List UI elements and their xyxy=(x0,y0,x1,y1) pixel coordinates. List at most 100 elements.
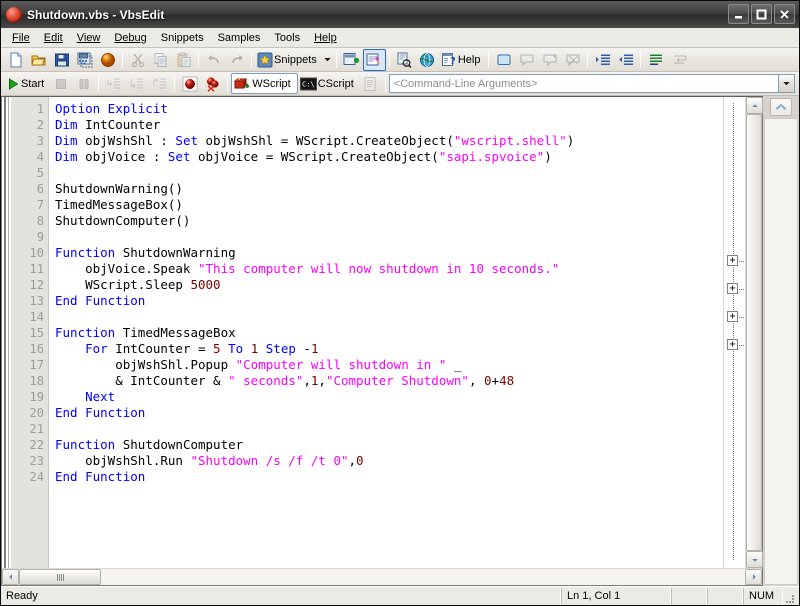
vertical-scroll-thumb[interactable] xyxy=(746,114,762,551)
fold-toggle-4[interactable]: + xyxy=(727,339,738,350)
redo-button[interactable] xyxy=(225,49,248,71)
menu-edit[interactable]: Edit xyxy=(37,29,70,47)
menu-snippets-label: Snippets xyxy=(160,31,204,44)
blue-window-icon xyxy=(497,53,511,65)
open-file-button[interactable] xyxy=(27,49,50,71)
indent-decrease-button[interactable] xyxy=(614,49,637,71)
undo-button[interactable] xyxy=(202,49,225,71)
comment-icon xyxy=(520,53,534,66)
fold-toggle-1[interactable]: + xyxy=(727,255,738,266)
scroll-down-button[interactable] xyxy=(746,551,763,568)
collapse-panel-button[interactable] xyxy=(770,98,792,116)
snippets-button[interactable]: Snippets xyxy=(255,49,322,70)
fold-toggle-3[interactable]: + xyxy=(727,311,738,322)
editor-horizontal-scrollbar[interactable] xyxy=(2,568,762,585)
comment-remove-button[interactable] xyxy=(561,49,584,71)
vertical-scroll-track[interactable] xyxy=(746,114,762,551)
print-preview-icon xyxy=(397,52,412,68)
scroll-up-button[interactable] xyxy=(746,97,763,114)
comment-out-icon xyxy=(543,53,557,66)
orange-sphere-icon xyxy=(100,52,115,67)
toolbar-separator xyxy=(122,51,123,68)
start-label: Start xyxy=(21,77,45,90)
step-out-icon xyxy=(153,77,166,89)
print-preview-button[interactable] xyxy=(393,49,416,71)
help-question-icon: ? xyxy=(441,52,456,67)
menu-file-label: File xyxy=(12,31,30,44)
menu-debug[interactable]: Debug xyxy=(107,29,153,47)
fold-toggle-2[interactable]: + xyxy=(727,283,738,294)
step-out-button[interactable] xyxy=(148,73,171,95)
green-play-icon xyxy=(9,77,19,90)
new-file-button[interactable] xyxy=(4,49,27,71)
resize-grip-icon[interactable] xyxy=(783,589,797,603)
status-num-lock: NUM xyxy=(743,587,783,605)
toggle-breakpoint-button[interactable] xyxy=(178,73,201,95)
menu-tools[interactable]: Tools xyxy=(267,29,307,47)
step-into-button[interactable] xyxy=(102,73,125,95)
clear-breakpoints-button[interactable] xyxy=(201,73,224,95)
copy-button[interactable] xyxy=(149,49,172,71)
scroll-right-button[interactable] xyxy=(745,569,762,585)
web-search-button[interactable] xyxy=(416,49,439,71)
horizontal-scroll-track[interactable] xyxy=(19,569,745,585)
save-all-button[interactable] xyxy=(73,49,96,71)
fold-tick xyxy=(739,345,744,346)
toolbar-separator xyxy=(587,51,589,68)
menu-view[interactable]: View xyxy=(70,29,108,47)
debug-toolbar: Start WScript C:\ CScript <Command-Line … xyxy=(1,72,799,96)
command-line-dropdown-button[interactable] xyxy=(778,74,795,93)
line-number-gutter: 1 2 3 4 5 6 7 8 9 10 11 12 13 14 15 16 1… xyxy=(11,97,49,568)
toolbar-separator xyxy=(384,75,386,92)
command-line-input[interactable]: <Command-Line Arguments> xyxy=(388,74,778,93)
pause-button[interactable] xyxy=(72,73,95,95)
chevron-up-icon xyxy=(751,103,758,107)
script-wizard-button[interactable] xyxy=(362,48,386,71)
menu-help[interactable]: Help xyxy=(307,29,344,47)
code-editor[interactable]: Option Explicit Dim IntCounter Dim objWs… xyxy=(49,97,723,568)
save-all-icon xyxy=(77,52,92,67)
stop-square-icon xyxy=(55,78,66,89)
wrap-lines-button[interactable] xyxy=(667,49,690,71)
maximize-button[interactable] xyxy=(751,4,772,24)
snippets-dropdown-button[interactable] xyxy=(322,50,333,70)
watch-window-button[interactable] xyxy=(492,49,515,71)
horizontal-scroll-thumb[interactable] xyxy=(19,569,101,585)
editor-vertical-scrollbar[interactable] xyxy=(745,97,763,568)
chevron-up-icon xyxy=(775,103,787,110)
scissors-icon xyxy=(131,53,144,67)
indent-increase-button[interactable] xyxy=(591,49,614,71)
toolbar-separator xyxy=(174,75,176,92)
main-area: 1 2 3 4 5 6 7 8 9 10 11 12 13 14 15 16 1… xyxy=(1,96,799,586)
menu-snippets[interactable]: Snippets xyxy=(154,29,211,47)
fold-tick xyxy=(739,261,744,262)
breakpoint-gutter[interactable] xyxy=(2,97,11,568)
comment-add-button[interactable] xyxy=(515,49,538,71)
editor-row: 1 2 3 4 5 6 7 8 9 10 11 12 13 14 15 16 1… xyxy=(2,97,763,568)
menu-file[interactable]: File xyxy=(5,29,37,47)
format-code-button[interactable] xyxy=(644,49,667,71)
add-snippet-button[interactable] xyxy=(340,49,363,71)
output-window-button[interactable] xyxy=(359,73,382,95)
status-bar: Ready Ln 1, Col 1 NUM xyxy=(1,586,799,605)
minimize-button[interactable] xyxy=(728,4,749,24)
stop-button[interactable] xyxy=(49,73,72,95)
close-button[interactable] xyxy=(774,4,795,24)
save-file-button[interactable] xyxy=(50,49,73,71)
status-cell-a xyxy=(671,587,707,605)
encrypt-button[interactable] xyxy=(96,49,119,71)
help-label: Help xyxy=(457,53,481,66)
scroll-left-button[interactable] xyxy=(2,569,19,585)
cscript-label: CScript xyxy=(317,77,354,90)
help-button[interactable]: ? Help xyxy=(439,49,486,70)
copy-pages-icon xyxy=(154,52,166,67)
start-button[interactable]: Start xyxy=(4,73,49,94)
menu-samples[interactable]: Samples xyxy=(211,29,268,47)
step-over-button[interactable] xyxy=(125,73,148,95)
toolbar-separator xyxy=(227,75,229,92)
cut-button[interactable] xyxy=(126,49,149,71)
cscript-host-button[interactable]: C:\ CScript xyxy=(298,73,359,94)
paste-button[interactable] xyxy=(172,49,195,71)
comment-out-button[interactable] xyxy=(538,49,561,71)
wscript-host-button[interactable]: WScript xyxy=(231,73,298,94)
